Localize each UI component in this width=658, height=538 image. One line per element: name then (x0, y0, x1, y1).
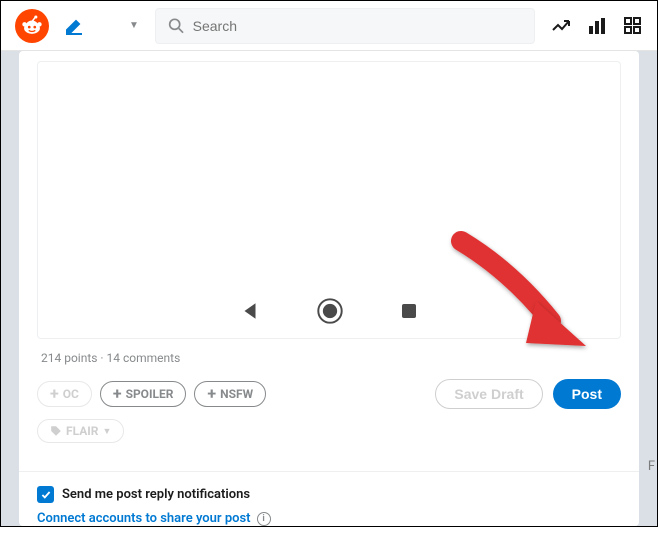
tag-row: + OC + SPOILER + NSFW Save Draft Post (37, 379, 621, 409)
snoo-icon (21, 15, 43, 37)
flair-label: FLAIR (66, 424, 98, 438)
connect-accounts-link[interactable]: Connect accounts to share your post (37, 511, 251, 526)
reply-notifications-label: Send me post reply notifications (62, 487, 250, 502)
checkmark-icon (40, 489, 52, 501)
points-comments-text: 214 points · 14 comments (41, 351, 617, 365)
info-icon[interactable]: i (257, 512, 271, 526)
chevron-down-icon: ▼ (102, 426, 111, 437)
nsfw-label: NSFW (220, 387, 253, 401)
reply-notifications-checkbox[interactable] (37, 486, 54, 503)
oc-tag[interactable]: + OC (37, 381, 92, 407)
create-post-icon[interactable] (63, 15, 85, 37)
tag-icon (50, 425, 62, 437)
nsfw-tag[interactable]: + NSFW (194, 381, 266, 407)
reddit-logo[interactable] (15, 9, 49, 43)
spoiler-tag[interactable]: + SPOILER (100, 381, 187, 407)
plus-icon: + (207, 386, 216, 402)
post-button[interactable]: Post (553, 379, 621, 409)
top-header: ▼ (1, 1, 657, 51)
page-background: 214 points · 14 comments + OC + SPOILER … (1, 51, 657, 526)
plus-icon: + (113, 386, 122, 402)
submit-card: 214 points · 14 comments + OC + SPOILER … (19, 51, 639, 526)
plus-icon: + (50, 386, 59, 402)
app-grid-icon[interactable] (623, 16, 643, 36)
save-draft-button[interactable]: Save Draft (435, 379, 542, 409)
media-preview (37, 61, 621, 339)
record-icon[interactable] (317, 298, 343, 324)
all-icon[interactable] (587, 16, 607, 36)
side-cutoff-char: F (648, 459, 655, 474)
flair-tag[interactable]: FLAIR ▼ (37, 419, 124, 443)
popular-icon[interactable] (551, 16, 571, 36)
search-box[interactable] (155, 8, 535, 44)
oc-label: OC (63, 387, 79, 401)
search-input[interactable] (193, 18, 522, 34)
search-icon (168, 17, 185, 35)
previous-icon[interactable] (239, 300, 261, 322)
spoiler-label: SPOILER (126, 387, 174, 401)
community-dropdown-caret[interactable]: ▼ (129, 20, 139, 31)
stop-icon[interactable] (399, 301, 419, 321)
